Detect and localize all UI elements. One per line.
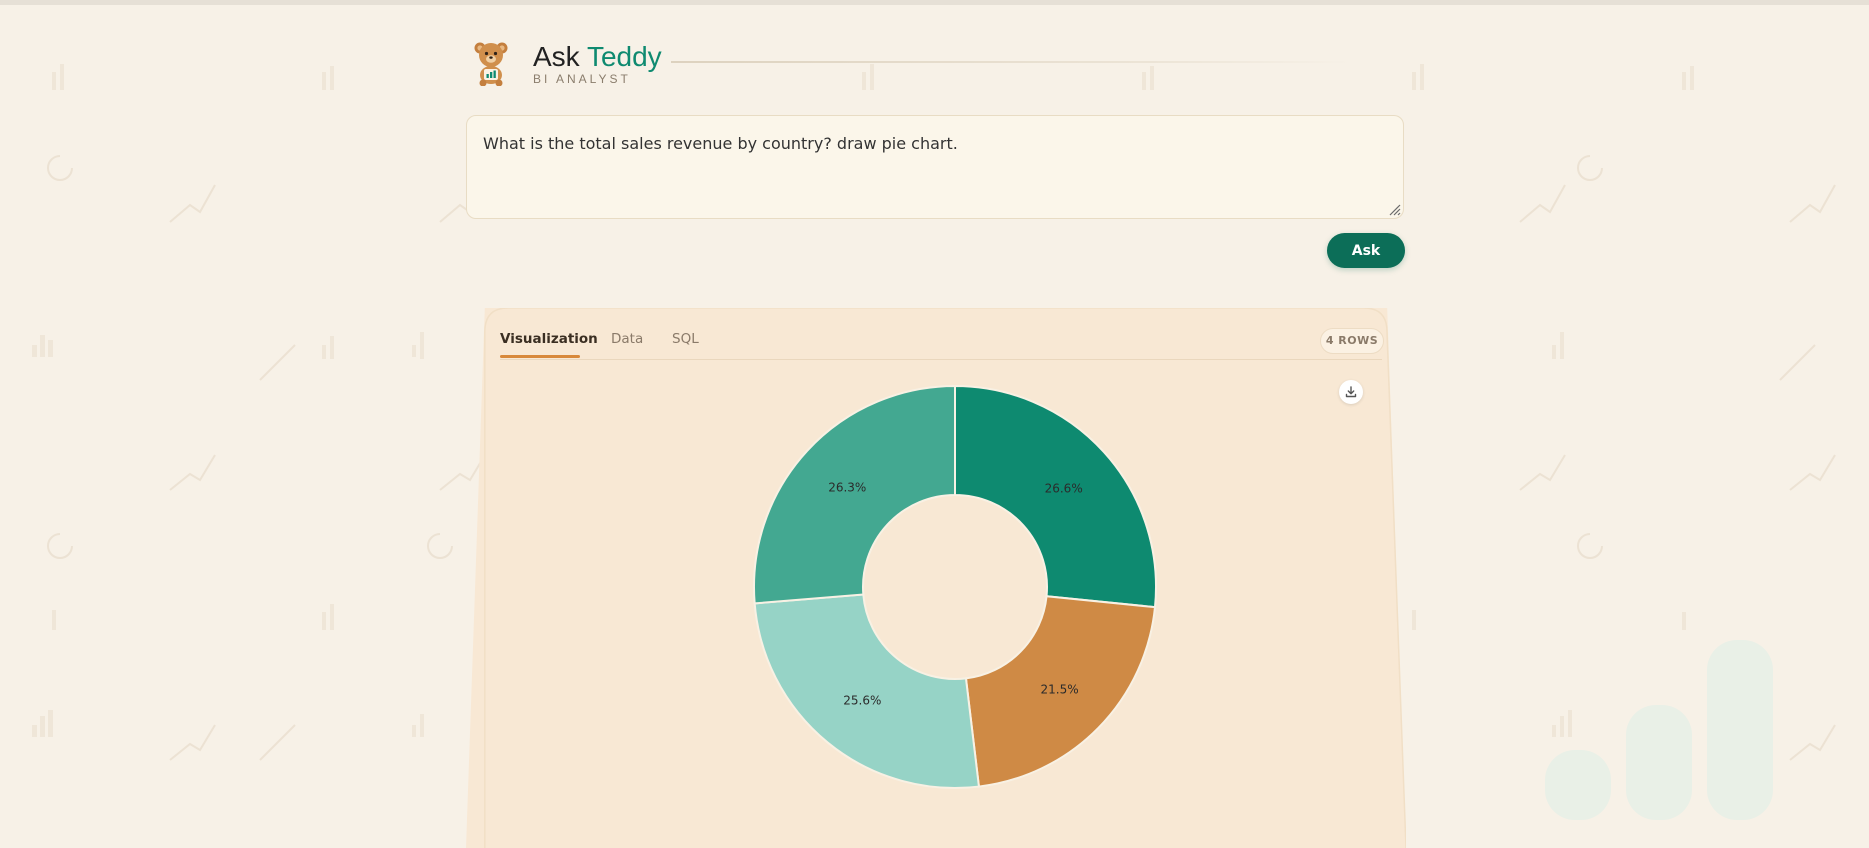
app-title: Ask Teddy bbox=[533, 40, 662, 74]
pie-slice-3[interactable] bbox=[753, 593, 981, 789]
download-icon bbox=[1345, 386, 1357, 398]
ask-button[interactable]: Ask bbox=[1327, 233, 1405, 268]
slice-label-2: 21.5% bbox=[1041, 683, 1079, 697]
tab-sql[interactable]: SQL bbox=[672, 331, 699, 347]
app-subtitle: BI ANALYST bbox=[533, 72, 631, 86]
donut-chart: 26.6% 21.5% 25.6% 26.3% bbox=[753, 384, 1157, 789]
title-accent: Teddy bbox=[586, 41, 662, 72]
teddy-bear-icon bbox=[474, 42, 508, 86]
app-header: Ask Teddy BI ANALYST bbox=[473, 40, 1403, 90]
download-button[interactable] bbox=[1339, 380, 1363, 404]
question-text: What is the total sales revenue by count… bbox=[483, 134, 958, 153]
question-input[interactable]: What is the total sales revenue by count… bbox=[466, 115, 1404, 219]
tab-visualization[interactable]: Visualization bbox=[500, 331, 598, 347]
header-divider bbox=[671, 61, 1351, 63]
active-tab-indicator bbox=[500, 355, 580, 358]
slice-label-4: 26.3% bbox=[828, 481, 866, 495]
rows-count-badge: 4 ROWS bbox=[1320, 328, 1384, 354]
title-prefix: Ask bbox=[533, 41, 580, 72]
slice-label-3: 25.6% bbox=[843, 693, 881, 707]
resize-handle-icon[interactable] bbox=[1387, 202, 1401, 216]
pie-slice-1[interactable] bbox=[954, 384, 1157, 609]
slice-label-1: 26.6% bbox=[1045, 482, 1083, 496]
tab-data[interactable]: Data bbox=[611, 331, 643, 347]
tabs-divider bbox=[500, 359, 1382, 360]
results-tabs: Visualization Data SQL bbox=[500, 331, 1380, 361]
